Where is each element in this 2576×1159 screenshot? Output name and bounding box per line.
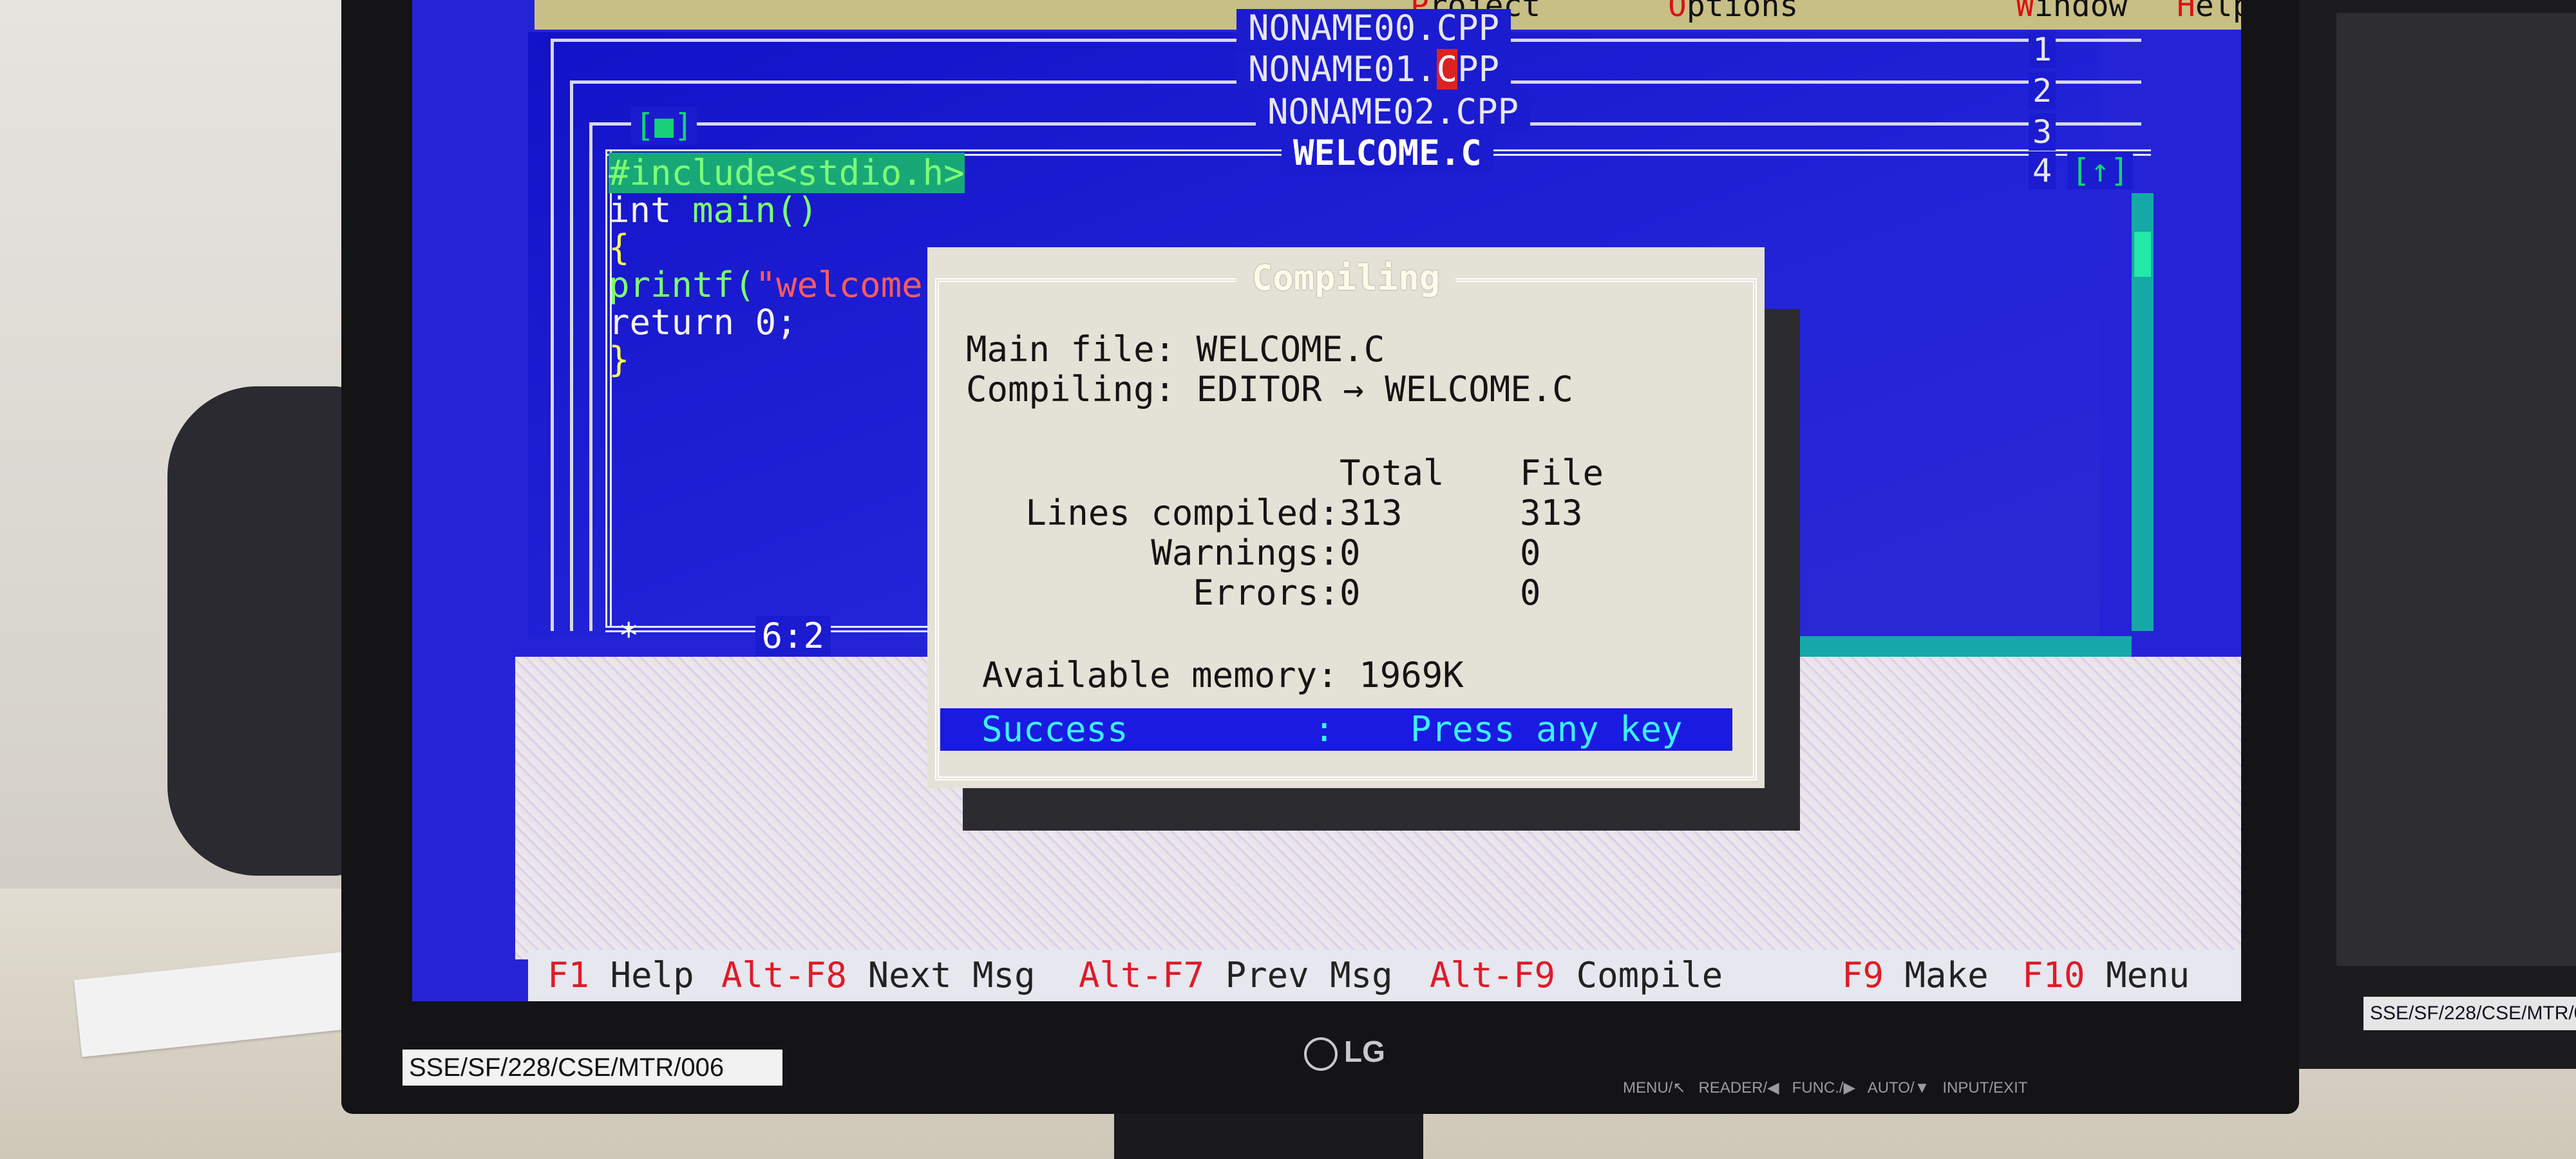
second-asset-tag: SSE/SF/228/CSE/MTR/0 bbox=[2363, 997, 2576, 1030]
dialog-title: Compiling bbox=[927, 247, 1765, 309]
window-tab-noname02[interactable]: NONAME02.CPP bbox=[1256, 93, 1531, 131]
code-line-3: { bbox=[609, 227, 630, 268]
help-alt-f9[interactable]: Alt-F9 Compile bbox=[1430, 950, 1723, 1001]
window-zoom-box[interactable]: [↑] bbox=[2067, 152, 2134, 189]
monitor-stand bbox=[1114, 1114, 1423, 1159]
code-line-4-function: printf( bbox=[609, 265, 755, 305]
available-memory-row: Available memory: 1969K bbox=[982, 655, 1464, 695]
vertical-scrollbar-thumb[interactable] bbox=[2134, 232, 2151, 277]
help-f1[interactable]: F1 Help bbox=[547, 950, 694, 1001]
window-frame-3-left bbox=[589, 122, 592, 631]
lines-compiled-total: 313 bbox=[1340, 493, 1403, 533]
main-file-row: Main file: WELCOME.C bbox=[966, 329, 1385, 370]
lg-logo: LG bbox=[1304, 1034, 1385, 1071]
window-tab-noname01[interactable]: NONAME01.CPP bbox=[1236, 49, 1511, 90]
column-header-file: File bbox=[1520, 453, 1604, 493]
window-number-1: 1 bbox=[2029, 31, 2056, 68]
code-line-2-keyword: int bbox=[609, 190, 693, 231]
menu-help[interactable]: Help bbox=[2177, 0, 2241, 21]
code-line-2-function: main() bbox=[692, 190, 819, 231]
window-frame-2-left bbox=[570, 80, 573, 631]
menu-window[interactable]: Window bbox=[2016, 0, 2127, 21]
window-number-2: 2 bbox=[2029, 72, 2056, 109]
vertical-scrollbar[interactable] bbox=[2132, 193, 2154, 631]
monitor-control-labels: MENU/↖ READER/◀ FUNC./▶ AUTO/▼ INPUT/EXI… bbox=[1623, 1079, 2028, 1097]
window-number-4: 4 bbox=[2029, 152, 2056, 189]
help-alt-f7[interactable]: Alt-F7 Prev Msg bbox=[1079, 950, 1393, 1001]
code-line-1: #include<stdio.h> bbox=[609, 153, 965, 193]
menu-options[interactable]: Options bbox=[1668, 0, 1798, 21]
errors-total: 0 bbox=[1340, 572, 1361, 613]
lines-compiled-label: Lines compiled: bbox=[1025, 493, 1340, 533]
code-line-5: return 0; bbox=[609, 302, 797, 343]
modified-indicator: * bbox=[618, 616, 639, 656]
status-press-any-key: Press any key bbox=[1410, 709, 1683, 749]
lines-compiled-file: 313 bbox=[1520, 493, 1583, 533]
compiling-dialog: Compiling Main file: WELCOME.C Compiling… bbox=[927, 247, 1765, 788]
lg-logo-icon bbox=[1304, 1037, 1338, 1071]
window-frame-1-left bbox=[551, 39, 554, 631]
window-tab-noname00[interactable]: NONAME00.CPP bbox=[1236, 9, 1511, 48]
column-header-total: Total bbox=[1340, 453, 1444, 493]
background-chair bbox=[167, 386, 361, 876]
code-line-6: } bbox=[609, 339, 630, 380]
window-tab-welcome[interactable]: WELCOME.C bbox=[1282, 134, 1493, 173]
errors-label: Errors: bbox=[1193, 572, 1340, 613]
cursor-position: 6:2 bbox=[755, 616, 831, 656]
code-line-4-string: "welcome bbox=[755, 265, 923, 305]
warnings-total: 0 bbox=[1340, 532, 1361, 573]
second-monitor bbox=[2293, 0, 2576, 1069]
errors-file: 0 bbox=[1520, 572, 1541, 613]
warnings-file: 0 bbox=[1520, 532, 1541, 573]
status-separator: : bbox=[1314, 709, 1335, 749]
ide-screen: Project Options Window Help NONAME00.CPP… bbox=[412, 0, 2241, 1001]
code-editor[interactable]: #include<stdio.h> int main() { printf("w… bbox=[609, 153, 965, 380]
status-success: Success bbox=[981, 709, 1128, 749]
help-bar: F1 Help Alt-F8 Next Msg Alt-F7 Prev Msg Alt… bbox=[528, 950, 2241, 1001]
warnings-label: Warnings: bbox=[1151, 532, 1340, 573]
help-f10[interactable]: F10 Menu bbox=[2022, 950, 2190, 1001]
window-number-3: 3 bbox=[2029, 113, 2056, 151]
window-close-box[interactable]: [■] bbox=[631, 107, 697, 144]
second-monitor-screen bbox=[2336, 13, 2576, 966]
asset-tag: SSE/SF/228/CSE/MTR/006 bbox=[402, 1050, 782, 1086]
help-alt-f8[interactable]: Alt-F8 Next Msg bbox=[721, 950, 1036, 1001]
editor-status-line: * 6:2 bbox=[528, 616, 831, 656]
compile-status-bar[interactable]: Success: Press any key bbox=[940, 708, 1732, 751]
compiling-row: Compiling: EDITOR → WELCOME.C bbox=[966, 369, 1573, 410]
help-f9[interactable]: F9 Make bbox=[1842, 950, 1989, 1001]
